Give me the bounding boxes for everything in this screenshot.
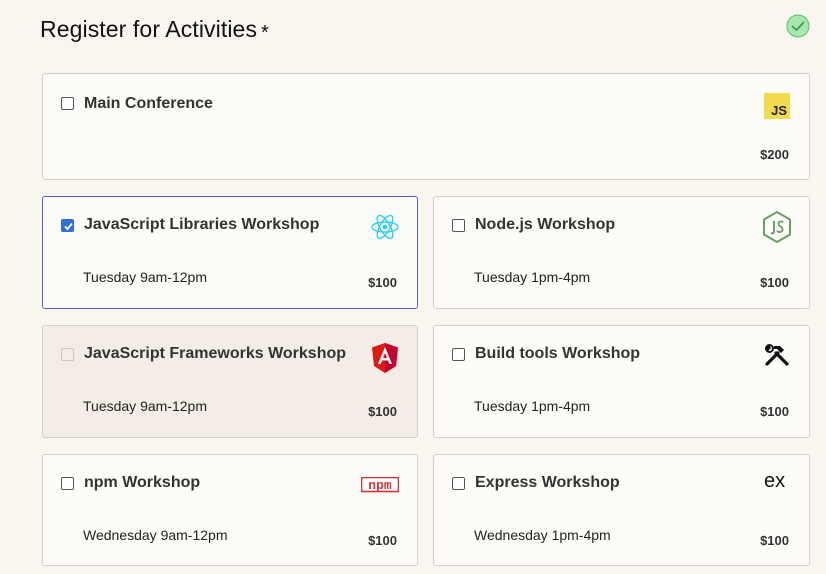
activity-time: Tuesday 9am-12pm — [83, 398, 207, 414]
activity-checkbox[interactable] — [452, 348, 465, 361]
activity-card-build-tools[interactable]: Build tools Workshop Tuesday 1pm-4pm $10… — [433, 325, 810, 438]
activity-price: $100 — [760, 533, 789, 548]
activity-name: Node.js Workshop — [475, 216, 616, 233]
activity-name: Express Workshop — [475, 474, 620, 491]
required-marker: * — [261, 22, 269, 44]
activity-card-js-frameworks: JavaScript Frameworks Workshop Tuesday 9… — [42, 325, 418, 438]
activity-time: Tuesday 1pm-4pm — [474, 269, 591, 285]
page-title-text: Register for Activities — [40, 16, 258, 42]
activity-name: Main Conference — [84, 95, 213, 112]
activity-checkbox-checked[interactable] — [61, 219, 74, 232]
activity-name: Build tools Workshop — [475, 345, 641, 362]
activity-card-express[interactable]: Express Workshop ex Wednesday 1pm-4pm $1… — [433, 454, 810, 566]
activity-time: Tuesday 9am-12pm — [83, 269, 207, 285]
tools-icon — [765, 344, 789, 366]
page-title: Register for Activities * — [40, 16, 269, 44]
js-icon: JS — [764, 93, 790, 119]
activity-name: npm Workshop — [84, 474, 201, 491]
activity-card-main-conference[interactable]: Main Conference JS $200 — [42, 73, 810, 180]
activity-time: Wednesday 1pm-4pm — [474, 527, 611, 543]
activity-card-nodejs[interactable]: Node.js Workshop Tuesday 1pm-4pm $100 — [433, 196, 810, 309]
react-icon — [371, 214, 399, 240]
activity-checkbox[interactable] — [452, 477, 465, 490]
valid-check-icon — [786, 14, 810, 38]
express-icon: ex — [764, 470, 785, 492]
activity-card-js-libraries[interactable]: JavaScript Libraries Workshop Tuesday 9a… — [42, 196, 418, 309]
activity-price: $100 — [368, 404, 397, 419]
nodejs-icon — [763, 211, 791, 243]
activity-checkbox-disabled — [61, 348, 74, 361]
activity-name: JavaScript Frameworks Workshop — [84, 345, 347, 362]
activity-checkbox[interactable] — [61, 97, 74, 110]
activity-price: $100 — [760, 404, 789, 419]
activity-checkbox[interactable] — [452, 219, 465, 232]
activity-time: Wednesday 9am-12pm — [83, 527, 228, 543]
express-logo-text: ex — [764, 470, 785, 492]
activity-price: $100 — [368, 533, 397, 548]
activity-price: $200 — [760, 147, 789, 162]
activity-name: JavaScript Libraries Workshop — [84, 216, 320, 233]
angular-icon — [372, 343, 398, 373]
activity-price: $100 — [760, 275, 789, 290]
activity-card-npm[interactable]: npm Workshop npm Wednesday 9am-12pm $100 — [42, 454, 418, 566]
js-logo-text: JS — [771, 103, 787, 118]
npm-icon: npm — [361, 477, 399, 493]
activity-checkbox[interactable] — [61, 477, 74, 490]
activity-price: $100 — [368, 275, 397, 290]
npm-logo-text: npm — [368, 478, 392, 493]
activity-time: Tuesday 1pm-4pm — [474, 398, 591, 414]
